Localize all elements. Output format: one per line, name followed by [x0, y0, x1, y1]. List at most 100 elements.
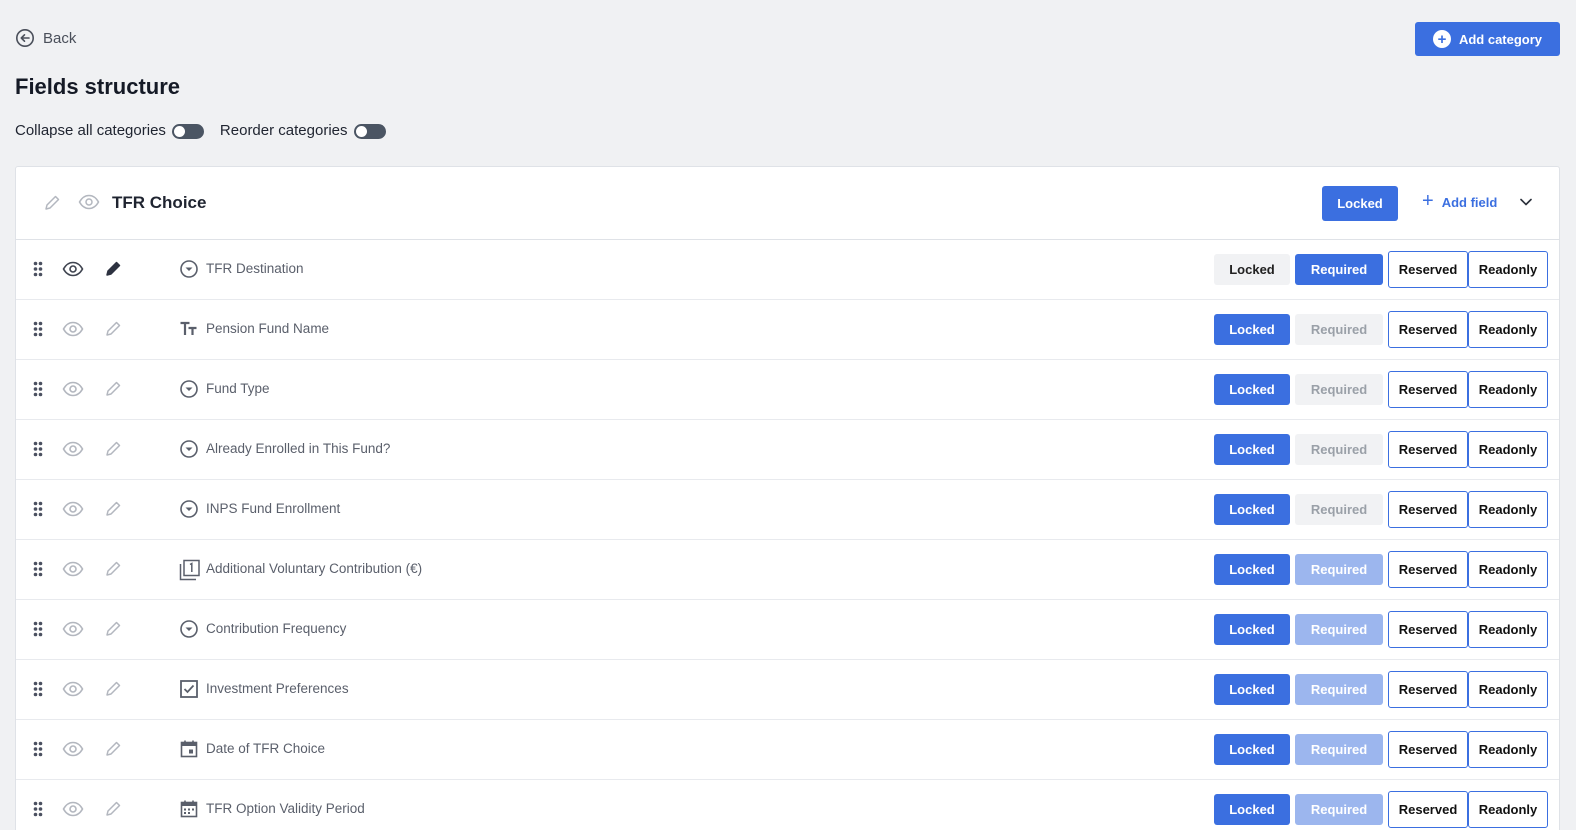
visibility-eye-icon[interactable]	[62, 621, 84, 642]
locked-button[interactable]: Locked	[1214, 254, 1290, 285]
reserved-button[interactable]: Reserved	[1388, 251, 1468, 288]
edit-pencil-icon[interactable]	[104, 380, 122, 403]
edit-pencil-icon[interactable]	[104, 260, 122, 283]
reserved-button[interactable]: Reserved	[1388, 491, 1468, 528]
dropdown-icon	[179, 439, 199, 464]
dropdown-icon	[179, 379, 199, 404]
visibility-eye-icon[interactable]	[62, 321, 84, 342]
required-button[interactable]: Required	[1295, 554, 1383, 585]
add-category-label: Add category	[1458, 31, 1543, 47]
field-name: Already Enrolled in This Fund?	[206, 441, 391, 456]
required-button[interactable]: Required	[1295, 614, 1383, 645]
visibility-eye-icon[interactable]	[62, 441, 84, 462]
reserved-button[interactable]: Reserved	[1388, 431, 1468, 468]
reserved-button[interactable]: Reserved	[1388, 791, 1468, 828]
locked-button[interactable]: Locked	[1214, 674, 1290, 705]
edit-pencil-icon[interactable]	[104, 800, 122, 823]
reserved-button[interactable]: Reserved	[1388, 671, 1468, 708]
collapse-all-switch[interactable]	[171, 124, 204, 139]
drag-handle-icon[interactable]	[33, 261, 43, 282]
visibility-eye-icon[interactable]	[62, 561, 84, 582]
reserved-button[interactable]: Reserved	[1388, 311, 1468, 348]
readonly-button[interactable]: Readonly	[1468, 491, 1548, 528]
visibility-eye-icon[interactable]	[62, 801, 84, 822]
required-button[interactable]: Required	[1295, 494, 1383, 525]
visibility-eye-icon[interactable]	[62, 501, 84, 522]
readonly-button[interactable]: Readonly	[1468, 251, 1548, 288]
required-button[interactable]: Required	[1295, 254, 1383, 285]
drag-handle-icon[interactable]	[33, 501, 43, 522]
page-title: Fields structure	[15, 74, 181, 99]
required-button[interactable]: Required	[1295, 314, 1383, 345]
field-row: Contribution Frequency Locked Required Rese…	[16, 600, 1559, 660]
locked-button[interactable]: Locked	[1214, 314, 1290, 345]
field-name: Additional Voluntary Contribution (€)	[206, 561, 423, 576]
locked-button[interactable]: Locked	[1214, 554, 1290, 585]
category-locked-button[interactable]: Locked	[1322, 186, 1398, 221]
readonly-button[interactable]: Readonly	[1468, 371, 1548, 408]
field-row: Investment Preferences Locked Required Rese…	[16, 660, 1559, 720]
field-name: Date of TFR Choice	[206, 741, 326, 756]
edit-pencil-icon[interactable]	[104, 620, 122, 643]
reorder-switch[interactable]	[353, 124, 386, 139]
drag-handle-icon[interactable]	[33, 321, 43, 342]
checkbox-icon	[179, 679, 199, 704]
locked-button[interactable]: Locked	[1214, 794, 1290, 825]
locked-button[interactable]: Locked	[1214, 434, 1290, 465]
required-button[interactable]: Required	[1295, 734, 1383, 765]
locked-button[interactable]: Locked	[1214, 374, 1290, 405]
readonly-button[interactable]: Readonly	[1468, 611, 1548, 648]
plus-circle-icon: +	[1432, 30, 1451, 48]
calendar-icon	[179, 739, 199, 764]
drag-handle-icon[interactable]	[33, 741, 43, 762]
drag-handle-icon[interactable]	[33, 621, 43, 642]
field-list: TFR Destination Locked Required Reserved Rea…	[16, 240, 1559, 830]
edit-pencil-icon[interactable]	[104, 320, 122, 343]
edit-category-pencil-icon[interactable]	[43, 194, 61, 217]
field-name: Pension Fund Name	[206, 321, 330, 336]
edit-pencil-icon[interactable]	[104, 500, 122, 523]
readonly-button[interactable]: Readonly	[1468, 311, 1548, 348]
locked-button[interactable]: Locked	[1214, 614, 1290, 645]
reserved-button[interactable]: Reserved	[1388, 611, 1468, 648]
drag-handle-icon[interactable]	[33, 561, 43, 582]
back-link[interactable]: Back	[15, 28, 76, 48]
visibility-eye-icon[interactable]	[62, 681, 84, 702]
visibility-eye-icon[interactable]	[62, 741, 84, 762]
required-button[interactable]: Required	[1295, 674, 1383, 705]
reorder-toggle-group: Reorder categories	[220, 121, 386, 139]
readonly-button[interactable]: Readonly	[1468, 431, 1548, 468]
edit-pencil-icon[interactable]	[104, 680, 122, 703]
readonly-button[interactable]: Readonly	[1468, 551, 1548, 588]
drag-handle-icon[interactable]	[33, 681, 43, 702]
drag-handle-icon[interactable]	[33, 441, 43, 462]
reserved-button[interactable]: Reserved	[1388, 731, 1468, 768]
edit-pencil-icon[interactable]	[104, 440, 122, 463]
drag-handle-icon[interactable]	[33, 381, 43, 402]
reserved-button[interactable]: Reserved	[1388, 371, 1468, 408]
locked-button[interactable]: Locked	[1214, 734, 1290, 765]
field-name: TFR Destination	[206, 261, 304, 276]
toggle-bar: Collapse all categories Reorder categori…	[15, 121, 402, 139]
text-icon	[179, 319, 199, 344]
add-field-button[interactable]: + Add field	[1422, 191, 1497, 211]
collapse-all-toggle-group: Collapse all categories	[15, 121, 204, 139]
reserved-button[interactable]: Reserved	[1388, 551, 1468, 588]
readonly-button[interactable]: Readonly	[1468, 791, 1548, 828]
visibility-eye-icon[interactable]	[62, 261, 84, 282]
readonly-button[interactable]: Readonly	[1468, 731, 1548, 768]
edit-pencil-icon[interactable]	[104, 560, 122, 583]
drag-handle-icon[interactable]	[33, 801, 43, 822]
visibility-eye-icon[interactable]	[62, 381, 84, 402]
locked-button[interactable]: Locked	[1214, 494, 1290, 525]
required-button[interactable]: Required	[1295, 374, 1383, 405]
edit-pencil-icon[interactable]	[104, 740, 122, 763]
field-name: Contribution Frequency	[206, 621, 347, 636]
category-header: TFR Choice Locked + Add field	[16, 167, 1559, 240]
add-category-button[interactable]: + Add category	[1415, 22, 1560, 56]
chevron-down-icon[interactable]	[1519, 195, 1533, 214]
category-visibility-eye-icon[interactable]	[78, 194, 100, 215]
required-button[interactable]: Required	[1295, 794, 1383, 825]
readonly-button[interactable]: Readonly	[1468, 671, 1548, 708]
required-button[interactable]: Required	[1295, 434, 1383, 465]
